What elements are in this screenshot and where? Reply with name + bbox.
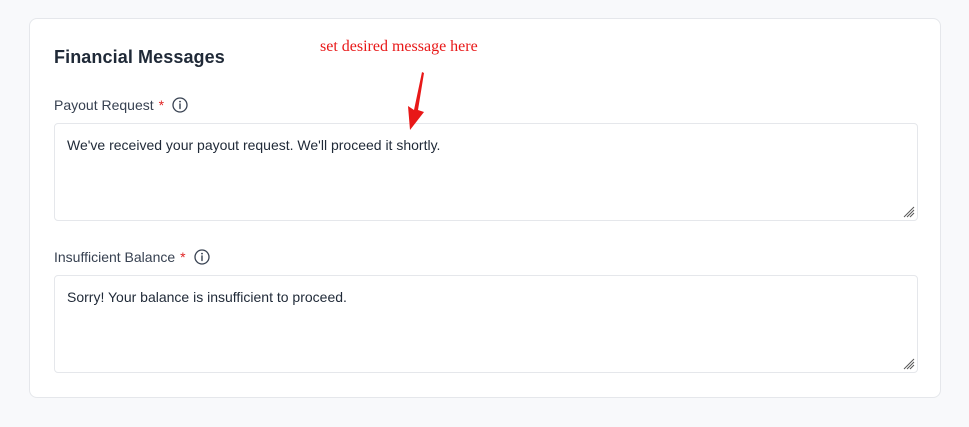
payout-request-label: Payout Request * <box>54 97 188 113</box>
insufficient-balance-label-text: Insufficient Balance <box>54 249 176 265</box>
resize-handle-icon[interactable] <box>901 356 915 370</box>
resize-handle-icon[interactable] <box>901 204 915 218</box>
payout-request-value: We've received your payout request. We'l… <box>67 137 441 153</box>
panel-title: Financial Messages <box>54 47 225 67</box>
insufficient-balance-textarea[interactable]: Sorry! Your balance is insufficient to p… <box>54 275 918 373</box>
insufficient-balance-label: Insufficient Balance * <box>54 249 210 265</box>
insufficient-balance-value: Sorry! Your balance is insufficient to p… <box>67 289 347 305</box>
required-marker: * <box>180 249 186 265</box>
info-icon[interactable] <box>172 97 188 113</box>
annotation-text: set desired message here <box>320 38 478 55</box>
payout-request-textarea[interactable]: We've received your payout request. We'l… <box>54 123 918 221</box>
financial-messages-panel: Financial Messages Payout Request * We'v… <box>29 18 941 398</box>
required-marker: * <box>158 97 165 113</box>
info-icon[interactable] <box>193 249 210 265</box>
payout-request-label-text: Payout Request <box>54 97 154 113</box>
annotation-arrow-icon <box>408 72 424 130</box>
